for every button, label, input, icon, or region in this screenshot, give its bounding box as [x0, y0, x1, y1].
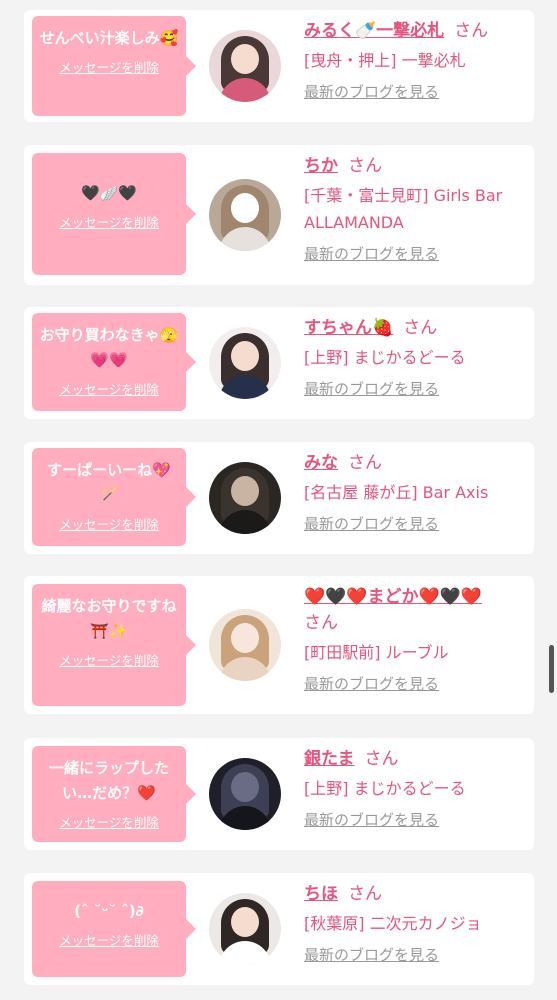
- delete-message-link[interactable]: メッセージを削除: [59, 930, 159, 949]
- user-name-link[interactable]: ちか: [304, 156, 338, 176]
- honorific: さん: [348, 453, 382, 473]
- honorific: さん: [403, 318, 438, 338]
- message-card: 一緒にラップしたい…だめ？❤️ メッセージを削除 銀たま さん [上野] まじかる…: [24, 738, 534, 850]
- message-text: すーぱーいーね💖🪄: [47, 461, 171, 504]
- message-bubble: 綺麗なお守りですね⛩️✨ メッセージを削除: [32, 584, 196, 706]
- name-line: 銀たま さん: [304, 746, 529, 772]
- avatar-face: [231, 623, 259, 653]
- avatar[interactable]: [209, 462, 281, 534]
- message-card: すーぱーいーね💖🪄 メッセージを削除 みな さん [名古屋 藤が丘] Bar Ax…: [24, 442, 534, 554]
- name-line: ❤️🖤❤️まどか❤️🖤❤️ さん: [304, 584, 529, 636]
- message-bubble: (ˆ ˘ᵕ˘ ˆ)∂ メッセージを削除: [32, 881, 196, 977]
- user-info: ❤️🖤❤️まどか❤️🖤❤️ さん [町田駅前] ルーブル 最新のブログを見る: [304, 584, 529, 694]
- message-text: (ˆ ˘ᵕ˘ ˆ)∂: [74, 902, 144, 920]
- user-info: みな さん [名古屋 藤が丘] Bar Axis 最新のブログを見る: [304, 450, 529, 534]
- message-card: お守り買わなきゃ🫣💗💗 メッセージを削除 すちゃん🍓 さん [上野] まじかるどー…: [24, 307, 534, 419]
- latest-blog-link[interactable]: 最新のブログを見る: [304, 673, 439, 694]
- name-line: ちか さん: [304, 153, 529, 179]
- message-text: 綺麗なお守りですね⛩️✨: [41, 597, 177, 640]
- shop-label: [秋葉原] 二次元カノジョ: [304, 914, 482, 933]
- message-text: 一緒にラップしたい…だめ？❤️: [48, 759, 169, 802]
- user-info: すちゃん🍓 さん [上野] まじかるどーる 最新のブログを見る: [304, 315, 529, 399]
- avatar[interactable]: [209, 893, 281, 965]
- name-line: ちほ さん: [304, 881, 529, 907]
- delete-message-link[interactable]: メッセージを削除: [59, 379, 159, 398]
- user-name-link[interactable]: すちゃん🍓: [304, 318, 393, 338]
- avatar[interactable]: [209, 30, 281, 102]
- honorific: さん: [348, 884, 382, 904]
- user-info: 銀たま さん [上野] まじかるどーる 最新のブログを見る: [304, 746, 529, 830]
- message-text: 🖤🪽🖤: [80, 184, 138, 202]
- message-bubble: すーぱーいーね💖🪄 メッセージを削除: [32, 448, 196, 546]
- latest-blog-link[interactable]: 最新のブログを見る: [304, 378, 439, 399]
- avatar-face: [231, 193, 259, 223]
- shop-label: [上野] まじかるどーる: [304, 348, 466, 367]
- honorific: さん: [454, 21, 489, 41]
- shop-label: [町田駅前] ルーブル: [304, 643, 449, 662]
- latest-blog-link[interactable]: 最新のブログを見る: [304, 513, 439, 534]
- message-bubble: 🖤🪽🖤 メッセージを削除: [32, 153, 196, 275]
- message-card: 🖤🪽🖤 メッセージを削除 ちか さん [千葉・富士見町] Girls Bar AL…: [24, 145, 534, 285]
- message-card: 綺麗なお守りですね⛩️✨ メッセージを削除 ❤️🖤❤️まどか❤️🖤❤️ さん [町…: [24, 576, 534, 714]
- avatar-face: [231, 476, 259, 506]
- shop-label: [上野] まじかるどーる: [304, 779, 466, 798]
- message-bubble: 一緒にラップしたい…だめ？❤️ メッセージを削除: [32, 746, 196, 842]
- avatar-face: [231, 772, 259, 802]
- latest-blog-link[interactable]: 最新のブログを見る: [304, 243, 439, 264]
- avatar[interactable]: [209, 609, 281, 681]
- name-line: みるく🍼一撃必札 さん: [304, 18, 529, 44]
- shop-label: [曳舟・押上] 一撃必札: [304, 51, 466, 70]
- message-bubble: せんべい汁楽しみ🥰 メッセージを削除: [32, 16, 196, 116]
- shop-label: [名古屋 藤が丘] Bar Axis: [304, 483, 489, 502]
- latest-blog-link[interactable]: 最新のブログを見る: [304, 809, 439, 830]
- user-name-link[interactable]: みな: [304, 453, 338, 473]
- message-text: せんべい汁楽しみ🥰: [39, 29, 179, 47]
- avatar-face: [231, 44, 259, 74]
- user-name-link[interactable]: ちほ: [304, 884, 338, 904]
- user-name-link[interactable]: ❤️🖤❤️まどか❤️🖤❤️: [304, 587, 482, 607]
- message-bubble: お守り買わなきゃ🫣💗💗 メッセージを削除: [32, 313, 196, 411]
- scrollbar[interactable]: [549, 645, 554, 693]
- user-name-link[interactable]: みるく🍼一撃必札: [304, 21, 444, 41]
- latest-blog-link[interactable]: 最新のブログを見る: [304, 81, 439, 102]
- avatar-face: [231, 341, 259, 371]
- user-info: みるく🍼一撃必札 さん [曳舟・押上] 一撃必札 最新のブログを見る: [304, 18, 529, 102]
- shop-label: [千葉・富士見町] Girls Bar ALLAMANDA: [304, 186, 503, 232]
- user-info: ちほ さん [秋葉原] 二次元カノジョ 最新のブログを見る: [304, 881, 529, 965]
- user-info: ちか さん [千葉・富士見町] Girls Bar ALLAMANDA 最新のブロ…: [304, 153, 529, 264]
- user-name-link[interactable]: 銀たま: [304, 749, 355, 769]
- avatar[interactable]: [209, 327, 281, 399]
- delete-message-link[interactable]: メッセージを削除: [59, 514, 159, 533]
- avatar[interactable]: [209, 179, 281, 251]
- delete-message-link[interactable]: メッセージを削除: [59, 812, 159, 831]
- name-line: すちゃん🍓 さん: [304, 315, 529, 341]
- honorific: さん: [348, 156, 382, 176]
- honorific: さん: [304, 613, 338, 633]
- honorific: さん: [364, 749, 399, 769]
- latest-blog-link[interactable]: 最新のブログを見る: [304, 944, 439, 965]
- avatar[interactable]: [209, 758, 281, 830]
- delete-message-link[interactable]: メッセージを削除: [59, 57, 159, 76]
- name-line: みな さん: [304, 450, 529, 476]
- delete-message-link[interactable]: メッセージを削除: [59, 212, 159, 231]
- message-card: せんべい汁楽しみ🥰 メッセージを削除 みるく🍼一撃必札 さん [曳舟・押上] 一撃…: [24, 10, 534, 122]
- message-card: (ˆ ˘ᵕ˘ ˆ)∂ メッセージを削除 ちほ さん [秋葉原] 二次元カノジョ 最…: [24, 873, 534, 985]
- delete-message-link[interactable]: メッセージを削除: [59, 650, 159, 669]
- avatar-face: [231, 907, 259, 937]
- message-text: お守り買わなきゃ🫣💗💗: [39, 326, 179, 369]
